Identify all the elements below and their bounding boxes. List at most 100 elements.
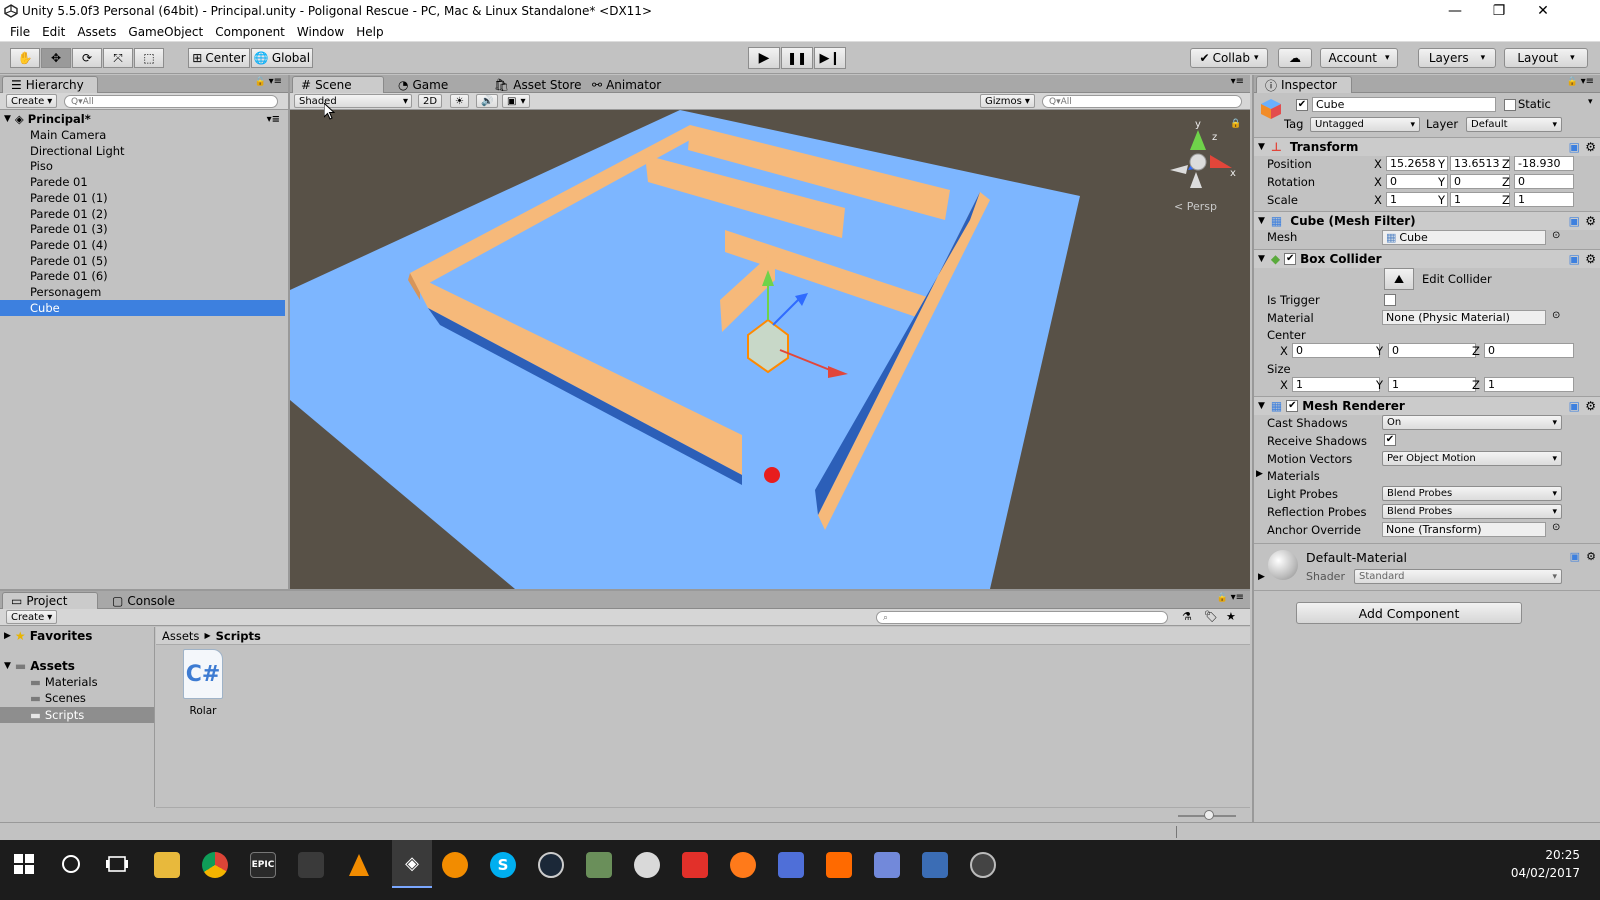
lighting-toggle[interactable]: ☀ <box>450 94 469 108</box>
reflection-probes-dropdown[interactable]: Blend Probes <box>1382 504 1562 519</box>
expand-arrow-icon[interactable]: ▼ <box>1258 142 1265 152</box>
unity-taskbar-icon[interactable]: ◈ <box>392 840 432 888</box>
effects-toggle[interactable]: ▣ ▾ <box>502 94 531 108</box>
viewport-lock-icon[interactable]: 🔒 <box>1230 118 1241 129</box>
play-button[interactable]: ▶ <box>748 47 780 69</box>
windows-start-icon[interactable] <box>14 854 34 874</box>
object-picker-icon[interactable]: ⊙ <box>1552 230 1560 241</box>
pivot-center-button[interactable]: ⊞ Center <box>188 48 250 68</box>
gizmos-dropdown[interactable]: Gizmos ▾ <box>980 94 1035 108</box>
chrome-icon[interactable] <box>202 852 228 878</box>
persp-label[interactable]: < Persp <box>1174 200 1217 213</box>
step-button[interactable]: ▶❙ <box>814 47 846 69</box>
expand-arrow-icon[interactable]: ▼ <box>1258 216 1265 226</box>
help-book-icon[interactable]: ▣ <box>1570 550 1580 563</box>
expand-arrow-icon[interactable]: ▼ <box>1258 401 1265 411</box>
eye-app-icon[interactable] <box>730 852 756 878</box>
minecraft-icon[interactable] <box>586 852 612 878</box>
close-button[interactable]: ✕ <box>1520 0 1566 22</box>
discord-icon[interactable] <box>874 852 900 878</box>
menu-edit[interactable]: Edit <box>42 25 65 39</box>
panel-menu-icon[interactable]: ▾≡ <box>1231 76 1244 87</box>
light-probes-dropdown[interactable]: Blend Probes <box>1382 486 1562 501</box>
object-picker-icon[interactable]: ⊙ <box>1552 310 1560 321</box>
maximize-button[interactable]: ❐ <box>1476 0 1522 22</box>
lock-icon[interactable]: 🔒 <box>1567 77 1578 87</box>
account-dropdown[interactable]: Account ▾ <box>1320 48 1398 68</box>
clock-time[interactable]: 20:25 <box>1500 848 1580 862</box>
expand-arrow-icon[interactable]: ▼ <box>4 661 11 671</box>
move-tool-button[interactable]: ✥ <box>41 48 71 68</box>
expand-arrow-icon[interactable]: ▼ <box>4 114 11 124</box>
skype-icon[interactable]: S <box>490 852 516 878</box>
motion-vectors-dropdown[interactable]: Per Object Motion <box>1382 451 1562 466</box>
folder-scripts[interactable]: ▬ Scripts <box>0 707 154 723</box>
edit-collider-button[interactable]: ⛰ <box>1384 268 1414 290</box>
hierarchy-create-dropdown[interactable]: Create ▾ <box>6 94 58 108</box>
hierarchy-item[interactable]: Cube <box>0 299 285 316</box>
hierarchy-item[interactable]: Parede 01 (6) <box>0 268 285 284</box>
hand-tool-button[interactable]: ✋ <box>10 48 40 68</box>
tab-console[interactable]: ▢ Console <box>104 592 183 609</box>
field-y[interactable]: 0 <box>1388 343 1476 358</box>
panel-menu-icon[interactable]: ▾≡ <box>1231 592 1244 603</box>
field-z[interactable]: -18.930 <box>1514 156 1574 171</box>
transform-header[interactable]: ▼ ⊥ Transform ▣ ⚙ <box>1254 137 1600 156</box>
hierarchy-item[interactable]: Parede 01 (5) <box>0 253 285 269</box>
slider-handle[interactable] <box>1204 810 1214 820</box>
mesh-renderer-header[interactable]: ▼ ▦ ✔ Mesh Renderer ▣ ⚙ <box>1254 396 1600 415</box>
panel-menu-icon[interactable]: ▾≡ <box>269 76 282 87</box>
materials-label[interactable]: Materials <box>1267 469 1320 483</box>
hierarchy-search-input[interactable]: Q▾All <box>64 95 278 108</box>
tab-asset-store[interactable]: 🛍 Asset Store <box>486 76 590 93</box>
breadcrumb-scripts[interactable]: Scripts <box>216 629 261 643</box>
scene-menu-icon[interactable]: ▾≡ <box>267 114 280 125</box>
folder-materials[interactable]: ▬ Materials <box>30 675 98 689</box>
field-y[interactable]: 1 <box>1450 192 1510 207</box>
file-explorer-icon[interactable] <box>154 852 180 878</box>
toggle-2d-button[interactable]: 2D <box>418 94 443 108</box>
hierarchy-item[interactable]: Parede 01 (2) <box>0 206 285 222</box>
menu-assets[interactable]: Assets <box>77 25 116 39</box>
field-x[interactable]: 0 <box>1292 343 1380 358</box>
rotate-tool-button[interactable]: ⟳ <box>72 48 102 68</box>
hierarchy-item[interactable]: Directional Light <box>0 143 285 159</box>
box-collider-header[interactable]: ▼ ◆ ✔ Box Collider ▣ ⚙ <box>1254 249 1600 268</box>
folder-scenes[interactable]: ▬ Scenes <box>30 691 86 705</box>
help-book-icon[interactable]: ▣ <box>1569 214 1580 228</box>
filter-label-icon[interactable]: 🏷 <box>1204 610 1218 623</box>
clock-date[interactable]: 04/02/2017 <box>1490 866 1580 880</box>
settings-gear-icon[interactable]: ⚙ <box>1585 252 1596 266</box>
object-name-field[interactable]: Cube <box>1312 97 1496 112</box>
cloud-button[interactable]: ☁ <box>1278 48 1312 68</box>
field-y[interactable]: 0 <box>1450 174 1510 189</box>
minimize-button[interactable]: — <box>1432 0 1478 22</box>
layout-dropdown[interactable]: Layout ▾ <box>1504 48 1588 68</box>
lock-icon[interactable]: 🔒 <box>255 77 266 87</box>
collapse-arrow-icon[interactable]: ▶ <box>1258 572 1265 582</box>
shading-dropdown[interactable]: Shaded ▾ <box>294 94 412 108</box>
box-collider-enabled-checkbox[interactable]: ✔ <box>1284 253 1297 265</box>
network-app-icon[interactable] <box>922 852 948 878</box>
field-z[interactable]: 1 <box>1514 192 1574 207</box>
anchor-override-field[interactable]: None (Transform) <box>1382 522 1546 537</box>
filezilla-icon[interactable] <box>682 852 708 878</box>
red-sphere[interactable] <box>764 467 780 483</box>
orange-app-icon[interactable] <box>826 852 852 878</box>
tab-hierarchy[interactable]: ☰ Hierarchy <box>2 76 98 93</box>
mesh-renderer-enabled-checkbox[interactable]: ✔ <box>1286 400 1299 412</box>
hierarchy-item[interactable]: Parede 01 (3) <box>0 221 285 237</box>
tab-inspector[interactable]: ⓘ Inspector <box>1256 76 1352 93</box>
collab-dropdown[interactable]: ✔ Collab ▾ <box>1190 48 1268 68</box>
hierarchy-item[interactable]: Parede 01 (4) <box>0 237 285 253</box>
hierarchy-item[interactable]: Personagem <box>0 284 285 300</box>
help-book-icon[interactable]: ▣ <box>1569 252 1580 266</box>
shader-dropdown[interactable]: Standard <box>1354 569 1562 584</box>
vlc-icon[interactable] <box>346 852 372 878</box>
assets-node[interactable]: ▼ ▬ Assets <box>4 659 75 673</box>
obs-icon[interactable] <box>970 852 996 878</box>
settings-gear-icon[interactable]: ⚙ <box>1585 140 1596 154</box>
scene-search-input[interactable]: Q▾All <box>1042 95 1242 108</box>
favorites-node[interactable]: ▶ ★ Favorites <box>4 629 92 643</box>
breadcrumb-assets[interactable]: Assets <box>162 629 199 643</box>
